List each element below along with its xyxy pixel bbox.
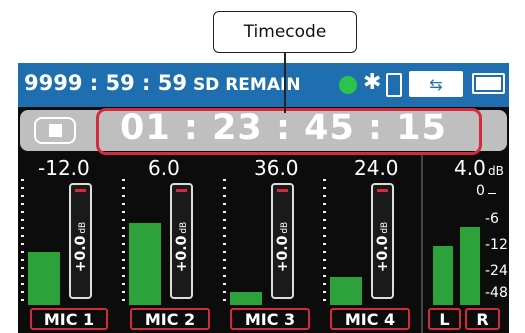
level-meter [330,277,362,305]
meter-ticks [122,179,125,305]
bluetooth-icon: ✱ [363,70,382,95]
fader-value: +0.0dB [72,221,89,272]
master-level: 4.0 [454,156,486,180]
remaining-time: 9999 : 59 : 59 SD REMAIN [24,71,301,95]
fader-knob[interactable]: +0.0dB [170,183,193,299]
fader-marker [277,189,288,192]
channel-level: 36.0 [254,156,299,180]
master-meter-left [433,246,453,305]
fader-marker [75,189,86,192]
stop-button[interactable] [34,117,76,144]
record-indicator-icon [339,76,357,94]
channel-level: 6.0 [148,156,180,180]
channel-label[interactable]: MIC 3 [230,308,310,330]
stop-icon [48,124,62,137]
timecode-callout: Timecode [213,11,357,53]
master-meter: 0 -6 -12 -24 -48 [428,179,508,305]
callout-pointer-line [284,53,286,113]
channel-strip: +0.0dB [18,179,118,305]
meter-ticks [21,179,24,305]
scale-label: 0 [476,183,485,199]
scale-label: -48 [485,285,508,301]
level-meter [230,292,262,305]
meter-ticks [323,179,326,305]
level-meter [129,223,161,305]
fader-value: +0.0dB [173,221,190,272]
scale-label: -24 [485,263,508,279]
channel-level: -12.0 [38,156,90,180]
fader-marker [176,189,187,192]
channel-label[interactable]: MIC 4 [330,308,410,330]
channel-strip: +0.0dB [119,179,219,305]
scale-label: -12 [485,237,508,253]
master-left-label: L [428,308,461,330]
master-meter-right [460,227,480,305]
master-divider [421,155,423,333]
callout-label: Timecode [243,22,327,42]
scale-tick [488,193,496,194]
master-unit: dB [488,164,504,178]
recorder-screen: 9999 : 59 : 59 SD REMAIN ✱ ⇆ 01 : 23 : 45… [18,63,509,333]
fader-marker [377,189,388,192]
fader-knob[interactable]: +0.0dB [271,183,294,299]
level-meter [28,252,60,305]
timecode-highlight [96,108,482,155]
channel-strip: +0.0dB [220,179,320,305]
fader-value: +0.0dB [374,221,391,272]
smartphone-icon [386,73,402,97]
status-bar: 9999 : 59 : 59 SD REMAIN ✱ ⇆ [18,63,509,107]
usb-icon: ⇆ [409,71,463,97]
scale-label: -6 [485,211,499,227]
channel-label[interactable]: MIC 1 [30,308,108,330]
channel-strip: +0.0dB [320,179,420,305]
channel-label[interactable]: MIC 2 [130,308,210,330]
remaining-time-value: 9999 : 59 : 59 [24,71,187,95]
fader-knob[interactable]: +0.0dB [371,183,394,299]
channel-level: 24.0 [354,156,399,180]
meter-ticks [223,179,226,305]
master-right-label: R [465,308,500,330]
battery-icon [472,73,505,94]
fader-knob[interactable]: +0.0dB [69,183,92,299]
fader-value: +0.0dB [274,221,291,272]
